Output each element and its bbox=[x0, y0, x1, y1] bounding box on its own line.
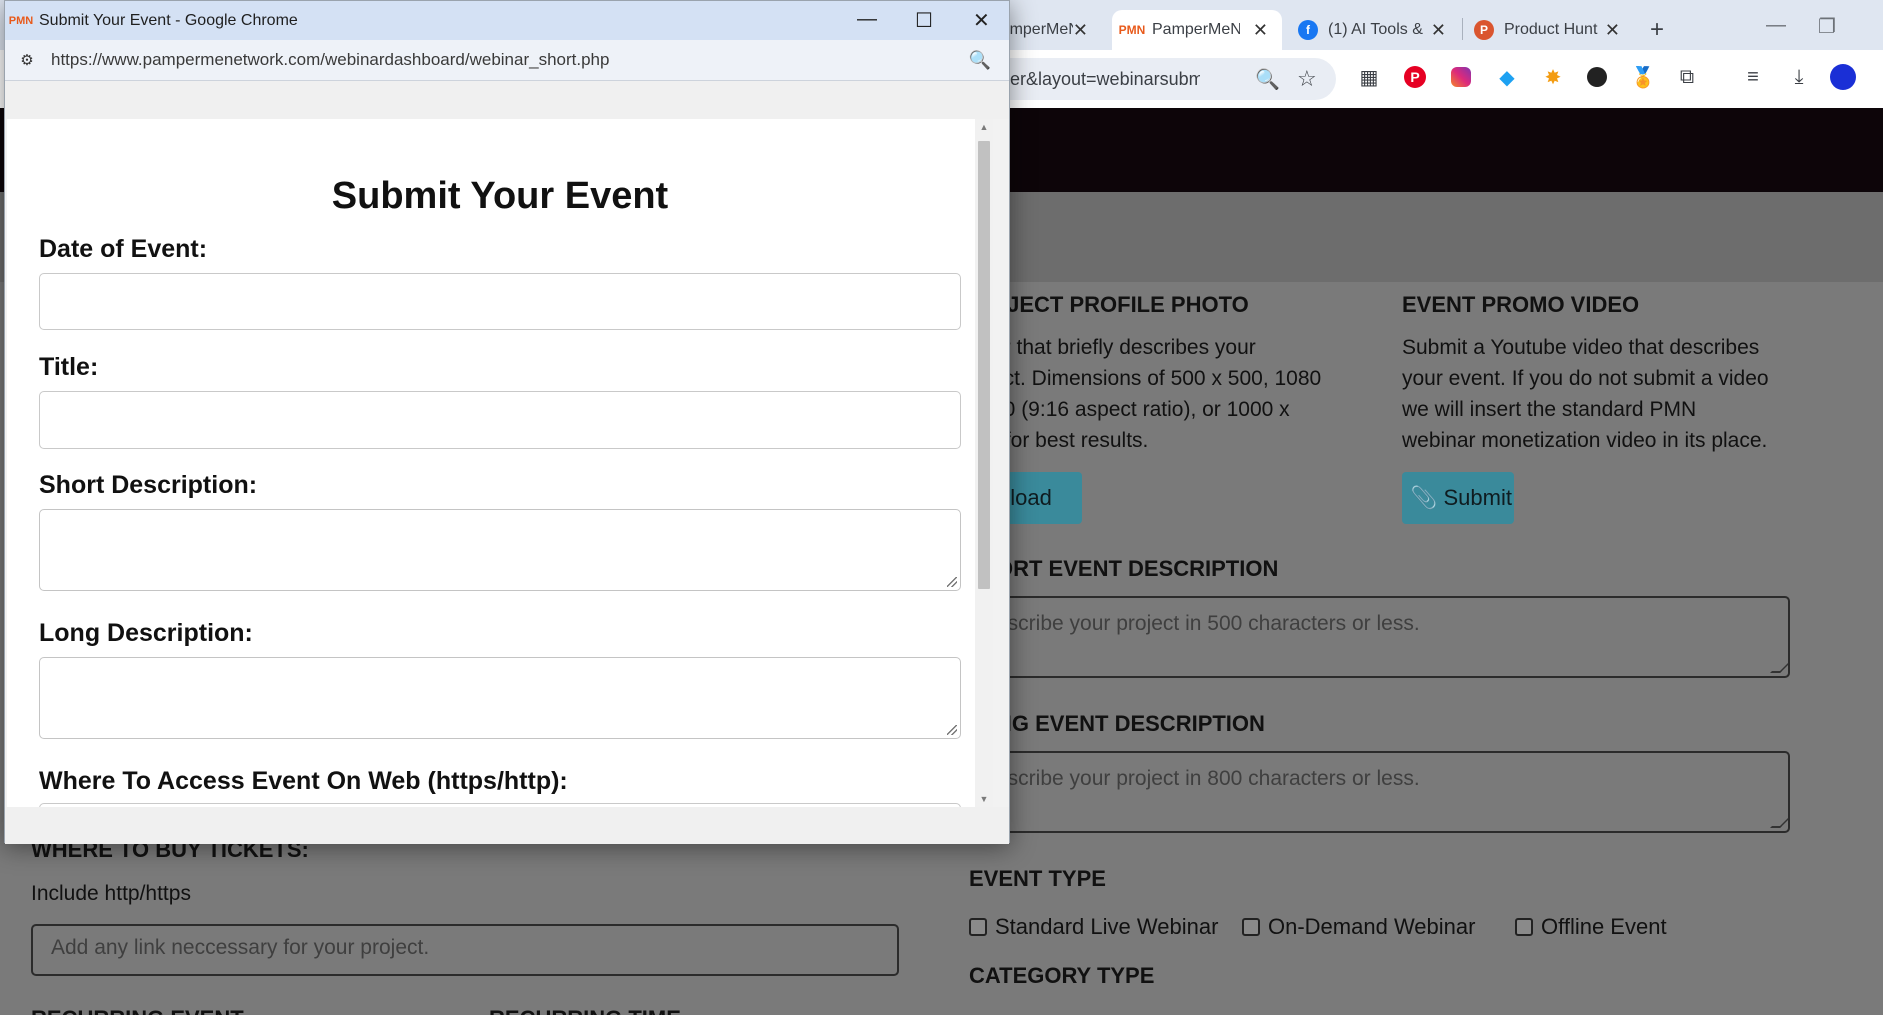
short-description-title: ORT EVENT DESCRIPTION bbox=[996, 556, 1279, 581]
resize-grip-icon[interactable] bbox=[947, 577, 957, 587]
popup-title-bar: PMN Submit Your Event - Google Chrome — … bbox=[5, 1, 1009, 40]
popup-bottom-band bbox=[5, 807, 1009, 844]
promo-submit-button[interactable]: 📎 Submit bbox=[1402, 472, 1514, 524]
tab-pampermenetwork-active[interactable]: PMN PamperMeNe ✕ bbox=[1112, 10, 1282, 50]
text-line: 20 (9:16 aspect ratio), or 1000 x bbox=[992, 398, 1290, 421]
popup-minimize-icon[interactable]: — bbox=[857, 8, 877, 31]
media-queue-icon[interactable]: ≡ bbox=[1738, 62, 1768, 92]
text-line: ) for best results. bbox=[992, 429, 1149, 452]
promo-video-title: EVENT PROMO VIDEO bbox=[1402, 292, 1640, 317]
checkbox-label: On-Demand Webinar bbox=[1268, 914, 1476, 939]
textarea-placeholder: escribe your project in 500 characters o… bbox=[996, 612, 1420, 635]
pinterest-icon[interactable]: P bbox=[1400, 62, 1430, 92]
category-type-title: CATEGORY TYPE bbox=[969, 963, 1155, 988]
submit-event-popup-window: PMN Submit Your Event - Google Chrome — … bbox=[4, 0, 1010, 844]
tab-close-icon[interactable]: ✕ bbox=[1431, 20, 1460, 41]
sparkle-icon[interactable]: ✸ bbox=[1538, 62, 1568, 92]
text-line: webinar monetization video in its place. bbox=[1402, 429, 1768, 452]
tab-separator bbox=[1462, 18, 1463, 40]
where-to-buy-input[interactable]: Add any link neccessary for your project… bbox=[31, 924, 899, 976]
recurring-time-title: RECURRING TIME bbox=[489, 1006, 681, 1015]
tab-close-icon[interactable]: ✕ bbox=[1605, 20, 1634, 41]
text-line: we will insert the standard PMN bbox=[1402, 398, 1697, 421]
short-description-label: Short Description: bbox=[39, 471, 258, 499]
event-type-offline[interactable]: Offline Event bbox=[1515, 914, 1667, 940]
text-line: ect. Dimensions of 500 x 500, 1080 bbox=[992, 367, 1322, 390]
popup-close-icon[interactable]: ✕ bbox=[973, 8, 990, 33]
long-description-title: NG EVENT DESCRIPTION bbox=[996, 711, 1265, 736]
textarea-placeholder: escribe your project in 800 characters o… bbox=[996, 767, 1420, 790]
date-of-event-label: Date of Event: bbox=[39, 235, 208, 263]
popup-url-bar: ⚙ https://www.pampermenetwork.com/webina… bbox=[5, 40, 1009, 81]
checkbox[interactable] bbox=[1242, 918, 1260, 936]
checkbox[interactable] bbox=[969, 918, 987, 936]
popup-viewport: Submit Your Event Date of Event: Title: … bbox=[7, 119, 993, 807]
tab-close-icon[interactable]: ✕ bbox=[1253, 20, 1282, 41]
pmn-favicon-icon: PMN bbox=[1119, 20, 1145, 40]
checkbox-label: Standard Live Webinar bbox=[995, 914, 1219, 939]
long-description-label: Long Description: bbox=[39, 619, 253, 647]
date-of-event-input[interactable] bbox=[39, 273, 961, 330]
profile-photo-title: OJECT PROFILE PHOTO bbox=[990, 292, 1249, 317]
restore-icon[interactable]: ❐ bbox=[1818, 14, 1836, 39]
tab-title: (1) AI Tools & bbox=[1328, 21, 1423, 38]
title-label: Title: bbox=[39, 353, 99, 381]
form-heading: Submit Your Event bbox=[331, 175, 669, 217]
download-icon[interactable]: ⤓ bbox=[1784, 62, 1814, 92]
popup-window-title: Submit Your Event - Google Chrome bbox=[39, 11, 298, 29]
short-description-textarea[interactable] bbox=[39, 509, 961, 591]
instagram-icon[interactable] bbox=[1446, 62, 1476, 92]
extension-swirl-icon[interactable] bbox=[1582, 62, 1612, 92]
promo-video-text: Submit a Youtube video that describes yo… bbox=[1402, 332, 1822, 456]
scrollbar-thumb[interactable] bbox=[978, 141, 990, 589]
long-description-textarea[interactable]: escribe your project in 800 characters o… bbox=[990, 751, 1790, 833]
facebook-icon: f bbox=[1298, 20, 1318, 40]
diamond-icon[interactable]: ◆ bbox=[1492, 62, 1522, 92]
title-input[interactable] bbox=[39, 391, 961, 449]
badge-icon[interactable]: 🏅 bbox=[1628, 62, 1658, 92]
event-type-standard-live[interactable]: Standard Live Webinar bbox=[969, 914, 1218, 940]
event-type-on-demand[interactable]: On-Demand Webinar bbox=[1242, 914, 1475, 940]
tab-title: Product Hunt bbox=[1504, 21, 1598, 38]
bookmark-star-icon[interactable]: ☆ bbox=[1297, 66, 1317, 92]
resize-grip-icon[interactable] bbox=[1770, 663, 1788, 673]
popup-scrollbar[interactable]: ▲ ▼ bbox=[975, 119, 993, 807]
long-description-textarea[interactable] bbox=[39, 657, 961, 739]
short-description-textarea[interactable]: escribe your project in 500 characters o… bbox=[990, 596, 1790, 678]
tab-title: PamperMeNe bbox=[1152, 21, 1240, 38]
where-to-buy-hint: Include http/https bbox=[31, 882, 191, 905]
scroll-down-arrow-icon[interactable]: ▼ bbox=[975, 791, 993, 807]
popup-top-band bbox=[5, 81, 1009, 119]
input-placeholder: Add any link neccessary for your project… bbox=[51, 936, 430, 959]
qr-code-icon[interactable]: ▦ bbox=[1354, 62, 1384, 92]
new-tab-button[interactable]: + bbox=[1650, 10, 1680, 50]
checkbox-label: Offline Event bbox=[1541, 914, 1667, 939]
minimize-icon[interactable]: — bbox=[1766, 14, 1786, 37]
tab-ai-tools[interactable]: f (1) AI Tools & ✕ bbox=[1298, 10, 1460, 50]
resize-grip-icon[interactable] bbox=[947, 725, 957, 735]
address-bar[interactable]: er&layout=webinarsubmit&l... 🔍 ☆ bbox=[960, 58, 1336, 100]
popup-maximize-icon[interactable]: ☐ bbox=[915, 8, 933, 33]
resize-grip-icon[interactable] bbox=[1770, 818, 1788, 828]
checkbox[interactable] bbox=[1515, 918, 1533, 936]
site-settings-icon[interactable]: ⚙ bbox=[15, 48, 39, 72]
event-web-access-label: Where To Access Event On Web (https/http… bbox=[39, 767, 568, 795]
scroll-up-arrow-icon[interactable]: ▲ bbox=[975, 119, 993, 135]
profile-photo-text: er that briefly describes your ect. Dime… bbox=[992, 332, 1382, 456]
zoom-icon[interactable]: 🔍 bbox=[969, 50, 991, 71]
profile-avatar[interactable] bbox=[1828, 62, 1858, 92]
address-text: er&layout=webinarsubmit&l... bbox=[1010, 68, 1200, 89]
recurring-event-title: RECURRING EVENT bbox=[31, 1006, 244, 1015]
product-hunt-icon: P bbox=[1474, 20, 1494, 40]
tab-close-icon[interactable]: ✕ bbox=[1073, 20, 1102, 41]
popup-url-text: https://www.pampermenetwork.com/webinard… bbox=[51, 50, 610, 69]
text-line: Submit a Youtube video that describes bbox=[1402, 336, 1760, 359]
text-line: your event. If you do not submit a video bbox=[1402, 367, 1769, 390]
pmn-favicon-icon: PMN bbox=[8, 14, 34, 27]
event-type-title: EVENT TYPE bbox=[969, 866, 1106, 891]
zoom-icon[interactable]: 🔍 bbox=[1255, 67, 1280, 92]
tab-product-hunt[interactable]: P Product Hunt ✕ bbox=[1474, 10, 1634, 50]
text-line: er that briefly describes your bbox=[992, 336, 1256, 359]
extensions-puzzle-icon[interactable]: ⧉ bbox=[1672, 62, 1702, 92]
